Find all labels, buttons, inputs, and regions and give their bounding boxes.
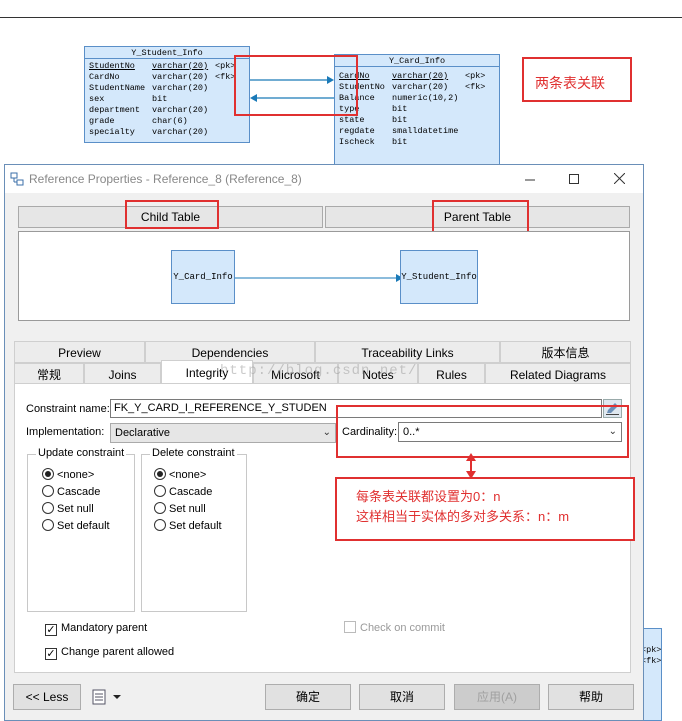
table-row: sex bit [89,94,168,104]
delete-constraint-group: Delete constraint <none> Cascade Set nul… [141,447,247,612]
delete-none-radio[interactable]: <none> [154,468,206,482]
close-icon [613,172,625,185]
cancel-button[interactable]: 取消 [359,684,445,710]
annotation-box-links [234,55,358,116]
table-row: grade char(6) [89,116,188,126]
update-none-radio[interactable]: <none> [42,468,94,482]
reference-icon [10,172,24,186]
update-set-null-radio[interactable]: Set null [42,502,94,516]
help-button[interactable]: 帮助 [548,684,634,710]
implementation-label: Implementation: [26,426,105,438]
constraint-name-label: Constraint name: [26,403,110,415]
apply-button[interactable]: 应用(A) [454,684,540,710]
delete-cascade-radio[interactable]: Cascade [154,485,212,499]
table-row: StudentNo varchar(20) <pk> [89,61,236,71]
update-cascade-radio[interactable]: Cascade [42,485,100,499]
preview-parent-table[interactable]: Y_Student_Info [400,250,478,304]
close-button[interactable] [608,169,630,189]
annotation-note-line1: 每条表关联都设置为0：n [356,489,501,504]
card-table[interactable]: Y_Card_Info CardNo varchar(20) <pk> Studen… [334,54,500,166]
less-button[interactable]: << Less [13,684,81,710]
tab-rules[interactable]: Rules [418,363,485,385]
annotation-arrow [466,453,476,479]
table-row: CardNo varchar(20) <fk> [89,72,236,82]
ok-button[interactable]: 确定 [265,684,351,710]
tab-traceability-links[interactable]: Traceability Links [315,341,500,363]
student-table-title: Y_Student_Info [85,47,249,59]
annotation-box-cardinality [336,405,629,458]
dialog-title: Reference Properties - Reference_8 (Refe… [29,172,302,186]
tab-preview[interactable]: Preview [14,341,145,363]
tab-version-info[interactable]: 版本信息 [500,341,631,363]
maximize-button[interactable] [563,169,585,189]
delete-constraint-title: Delete constraint [150,447,237,459]
watermark: http://blog.csdn.net/ [220,363,418,379]
delete-set-null-radio[interactable]: Set null [154,502,206,516]
delete-set-default-radio[interactable]: Set default [154,519,222,533]
minimize-button[interactable] [519,169,541,189]
title-bar: Reference Properties - Reference_8 (Refe… [5,165,643,193]
check-on-commit-checkbox[interactable]: Check on commit [344,621,445,635]
table-row: specialty varchar(20) [89,127,209,137]
chevron-down-icon: ⌄ [322,427,331,438]
table-row: type bit [339,104,408,114]
update-set-default-radio[interactable]: Set default [42,519,110,533]
card-table-title: Y_Card_Info [335,55,499,67]
property-menu-button[interactable] [91,688,123,706]
annotation-box-child [125,200,219,229]
implementation-select[interactable]: Declarative ⌄ [110,423,336,443]
annotation-text-top: 两条表关联 [535,75,605,91]
reference-preview: Y_Card_Info Y_Student_Info [18,231,630,321]
minimize-icon [525,179,535,181]
reference-properties-dialog: Reference Properties - Reference_8 (Refe… [4,164,644,721]
top-divider [0,17,682,18]
update-constraint-title: Update constraint [36,447,127,459]
table-row: department varchar(20) [89,105,209,115]
table-row: StudentNo varchar(20) <fk> [339,82,486,92]
mandatory-parent-checkbox[interactable]: ✓ Mandatory parent [45,621,147,636]
preview-link [235,274,405,282]
table-row: regdate smalldatetime [339,126,459,136]
annotation-note-line2: 这样相当于实体的多对多关系：n：m [356,509,570,524]
table-row: Ischeck bit [339,137,408,147]
tab-joins[interactable]: Joins [84,363,161,385]
table-row: StudentName varchar(20) [89,83,209,93]
student-table[interactable]: Y_Student_Info StudentNo varchar(20) <pk> … [84,46,250,143]
table-row: Balance numeric(10,2) [339,93,459,103]
update-constraint-group: Update constraint <none> Cascade Set nul… [27,447,135,612]
change-parent-allowed-checkbox[interactable]: ✓ Change parent allowed [45,645,174,660]
preview-child-table[interactable]: Y_Card_Info [171,250,235,304]
properties-icon [92,689,121,705]
maximize-icon [569,174,579,184]
table-row: CardNo varchar(20) <pk> [339,71,486,81]
tab-general[interactable]: 常规 [14,363,84,385]
table-row: state bit [339,115,408,125]
tab-related-diagrams[interactable]: Related Diagrams [485,363,631,385]
